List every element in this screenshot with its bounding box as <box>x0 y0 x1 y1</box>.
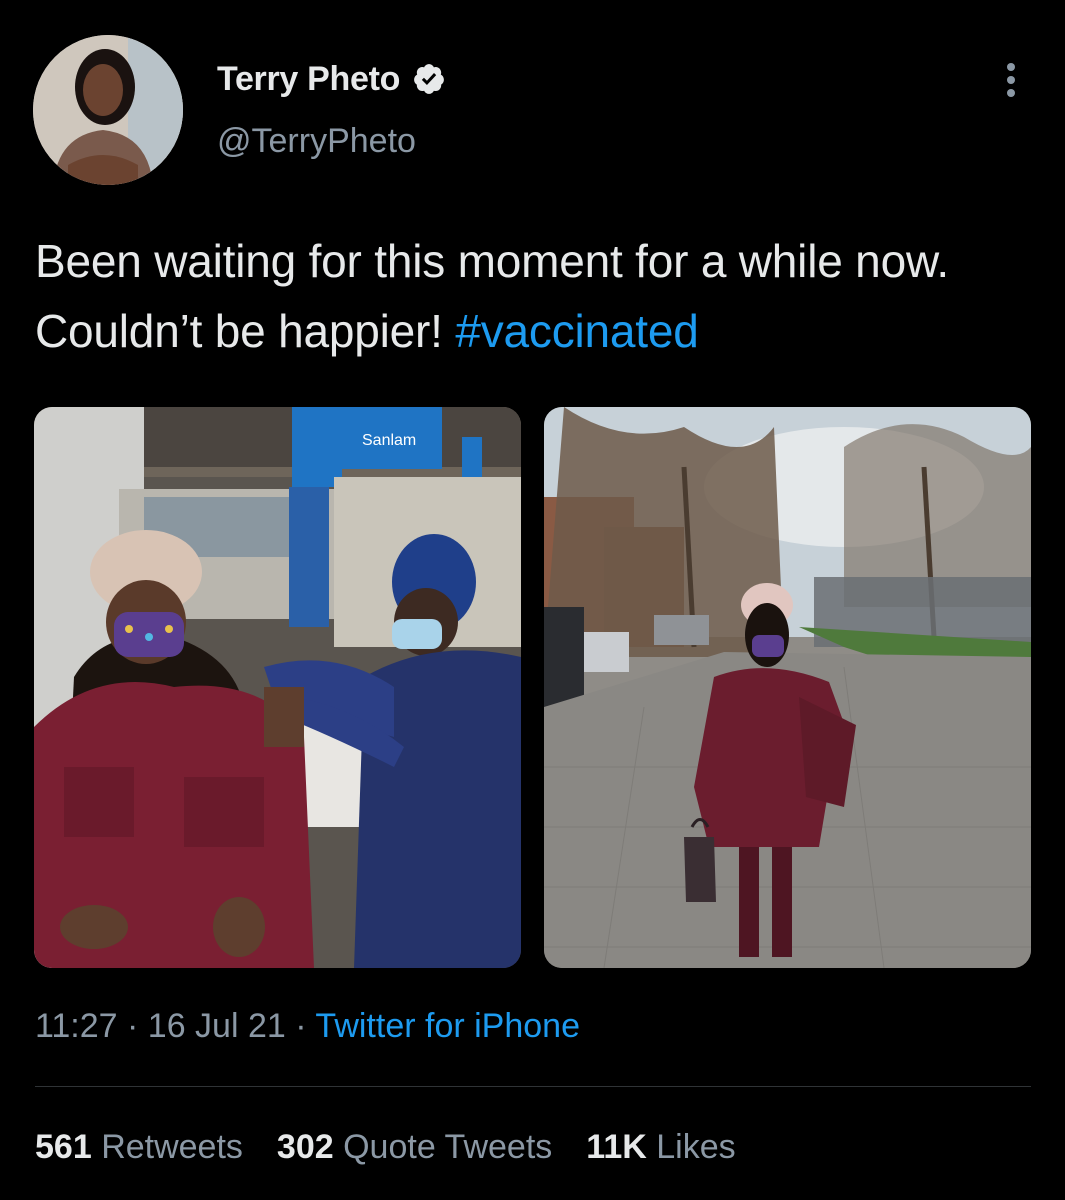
likes-label: Likes <box>656 1128 736 1166</box>
likes-stat[interactable]: 11K Likes <box>586 1128 735 1167</box>
divider <box>35 1086 1031 1087</box>
avatar[interactable] <box>33 35 183 185</box>
tweet: Terry Pheto @TerryPheto Been waiting for… <box>0 0 1065 1200</box>
user-handle[interactable]: @TerryPheto <box>217 122 446 161</box>
tweet-text: Been waiting for this moment for a while… <box>35 226 1035 366</box>
quote-tweets-label: Quote Tweets <box>343 1128 553 1166</box>
retweets-stat[interactable]: 561 Retweets <box>35 1128 243 1167</box>
tweet-image-street[interactable] <box>544 407 1031 968</box>
meta-separator: · <box>295 1007 307 1045</box>
tweet-meta: 11:27 · 16 Jul 21 · Twitter for iPhone <box>35 1007 580 1046</box>
tweet-stats: 561 Retweets 302 Quote Tweets 11K Likes <box>35 1128 770 1167</box>
display-name[interactable]: Terry Pheto <box>217 60 400 99</box>
retweets-count: 561 <box>35 1128 92 1166</box>
quote-tweets-stat[interactable]: 302 Quote Tweets <box>277 1128 552 1167</box>
tweet-image-vaccination[interactable]: Sanlam <box>34 407 521 968</box>
more-options-icon[interactable] <box>996 58 1026 102</box>
quote-tweets-count: 302 <box>276 1128 334 1166</box>
verified-badge-icon <box>412 62 446 96</box>
tweet-time[interactable]: 11:27 <box>35 1007 118 1045</box>
user-info: Terry Pheto @TerryPheto <box>217 58 446 161</box>
likes-count: 11K <box>586 1128 647 1166</box>
tweet-date[interactable]: 16 Jul 21 <box>148 1007 286 1045</box>
meta-separator: · <box>127 1007 139 1045</box>
tweet-source-link[interactable]: Twitter for iPhone <box>315 1007 580 1045</box>
hashtag-link[interactable]: #vaccinated <box>455 305 699 357</box>
retweets-label: Retweets <box>101 1128 243 1166</box>
display-name-row: Terry Pheto <box>217 58 446 100</box>
sanlam-sign-text: Sanlam <box>362 432 416 449</box>
